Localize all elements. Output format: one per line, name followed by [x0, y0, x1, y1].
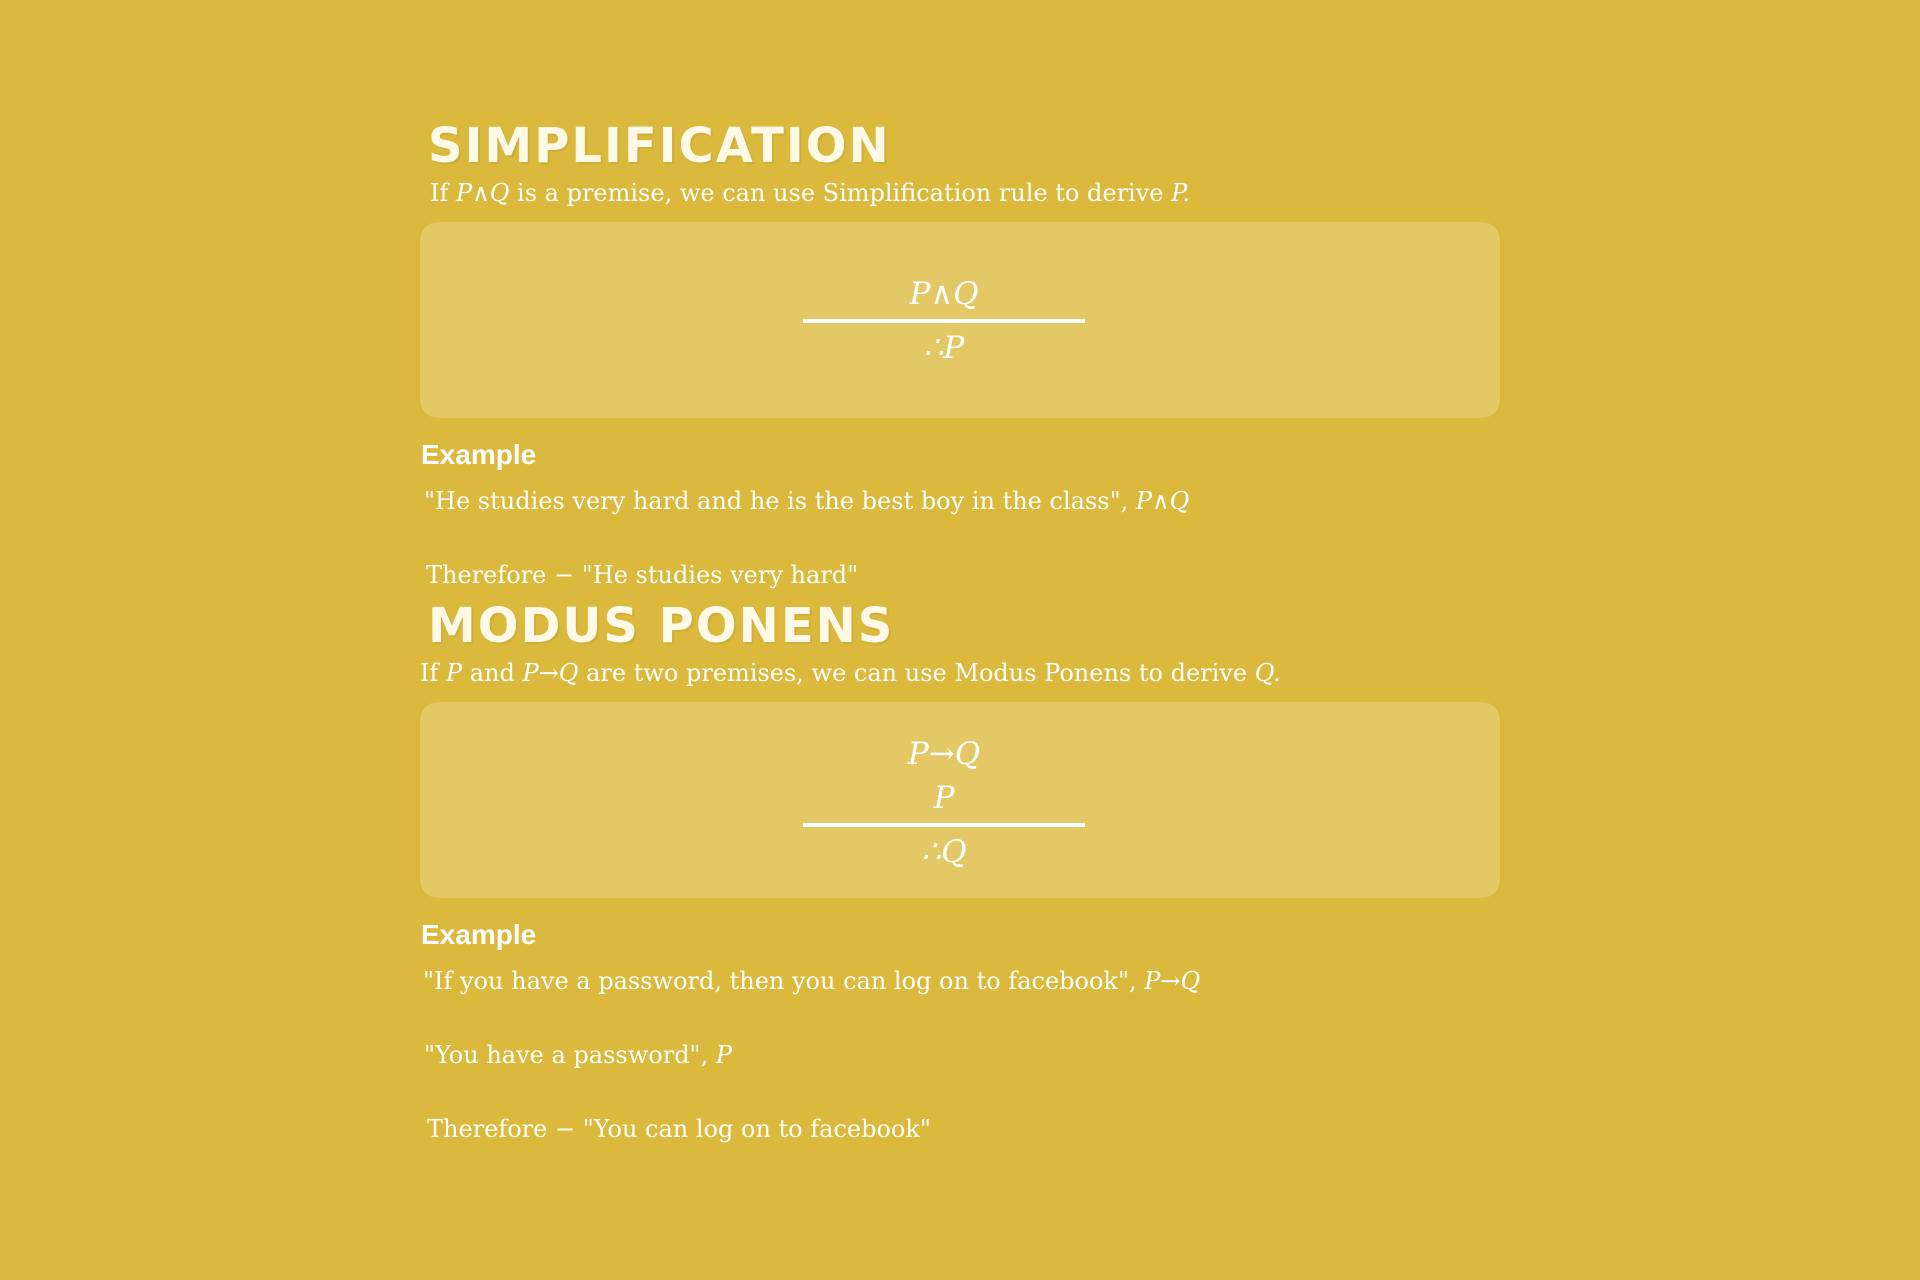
modus-ponens-intro-conclusion: Q.	[1254, 659, 1281, 687]
simplification-rule-box: P∧Q ∴P	[420, 222, 1500, 418]
simplification-intro-mid: is a premise, we can use Simplification …	[509, 179, 1172, 207]
modus-ponens-rule-box: P→Q P ∴Q	[420, 702, 1500, 898]
simplification-example-line1: "He studies very hard and he is the best…	[424, 484, 1500, 518]
modus-ponens-example-line1-sym: P→Q	[1144, 967, 1201, 995]
modus-ponens-example-line1: "If you have a password, then you can lo…	[423, 964, 1500, 998]
modus-ponens-section: Modus Ponens If P and P→Q are two premis…	[420, 598, 1500, 1146]
modus-ponens-intro-mid: are two premises, we can use Modus Ponen…	[578, 659, 1255, 687]
modus-ponens-intro-prefix: If	[420, 659, 446, 687]
modus-ponens-example-line2-sym: P	[715, 1041, 733, 1069]
modus-ponens-example-line2-text: "You have a password",	[424, 1041, 716, 1069]
simplification-intro-conclusion: P.	[1171, 179, 1191, 207]
simplification-intro-prefix: If	[430, 179, 456, 207]
modus-ponens-rule: P→Q P ∴Q	[803, 732, 1085, 874]
modus-ponens-intro-pq: P→Q	[522, 659, 579, 687]
modus-ponens-example-line2: "You have a password", P	[424, 1038, 1500, 1072]
simplification-section: Simplification If P∧Q is a premise, we c…	[420, 118, 1500, 592]
modus-ponens-intro: If P and P→Q are two premises, we can us…	[420, 656, 1500, 690]
modus-ponens-example-line1-text: "If you have a password, then you can lo…	[423, 967, 1145, 995]
simplification-rule-conclusion: ∴P	[923, 330, 965, 366]
simplification-intro: If P∧Q is a premise, we can use Simplifi…	[430, 176, 1500, 210]
modus-ponens-intro-p: P	[446, 659, 463, 687]
simplification-example-line1-text: "He studies very hard and he is the best…	[424, 487, 1136, 515]
page-content: Simplification If P∧Q is a premise, we c…	[420, 118, 1500, 1146]
inference-line	[803, 823, 1085, 827]
inference-line	[803, 319, 1085, 323]
simplification-rule-premise: P∧Q	[909, 276, 979, 312]
modus-ponens-title: Modus Ponens	[428, 598, 895, 654]
modus-ponens-example-line3: Therefore − "You can log on to facebook"	[427, 1115, 931, 1143]
simplification-rule: P∧Q ∴P	[803, 272, 1085, 370]
simplification-intro-premise: P∧Q	[456, 179, 510, 207]
simplification-example-line1-sym: P∧Q	[1135, 487, 1190, 515]
simplification-example-title: Example	[421, 439, 537, 470]
modus-ponens-rule-premise1: P→Q	[907, 736, 981, 772]
modus-ponens-rule-premise2: P	[933, 780, 955, 816]
modus-ponens-intro-and: and	[462, 659, 523, 687]
modus-ponens-example-title: Example	[421, 919, 537, 950]
modus-ponens-rule-conclusion: ∴Q	[921, 834, 967, 870]
simplification-example-line2: Therefore − "He studies very hard"	[426, 561, 859, 589]
simplification-title: Simplification	[428, 118, 891, 174]
